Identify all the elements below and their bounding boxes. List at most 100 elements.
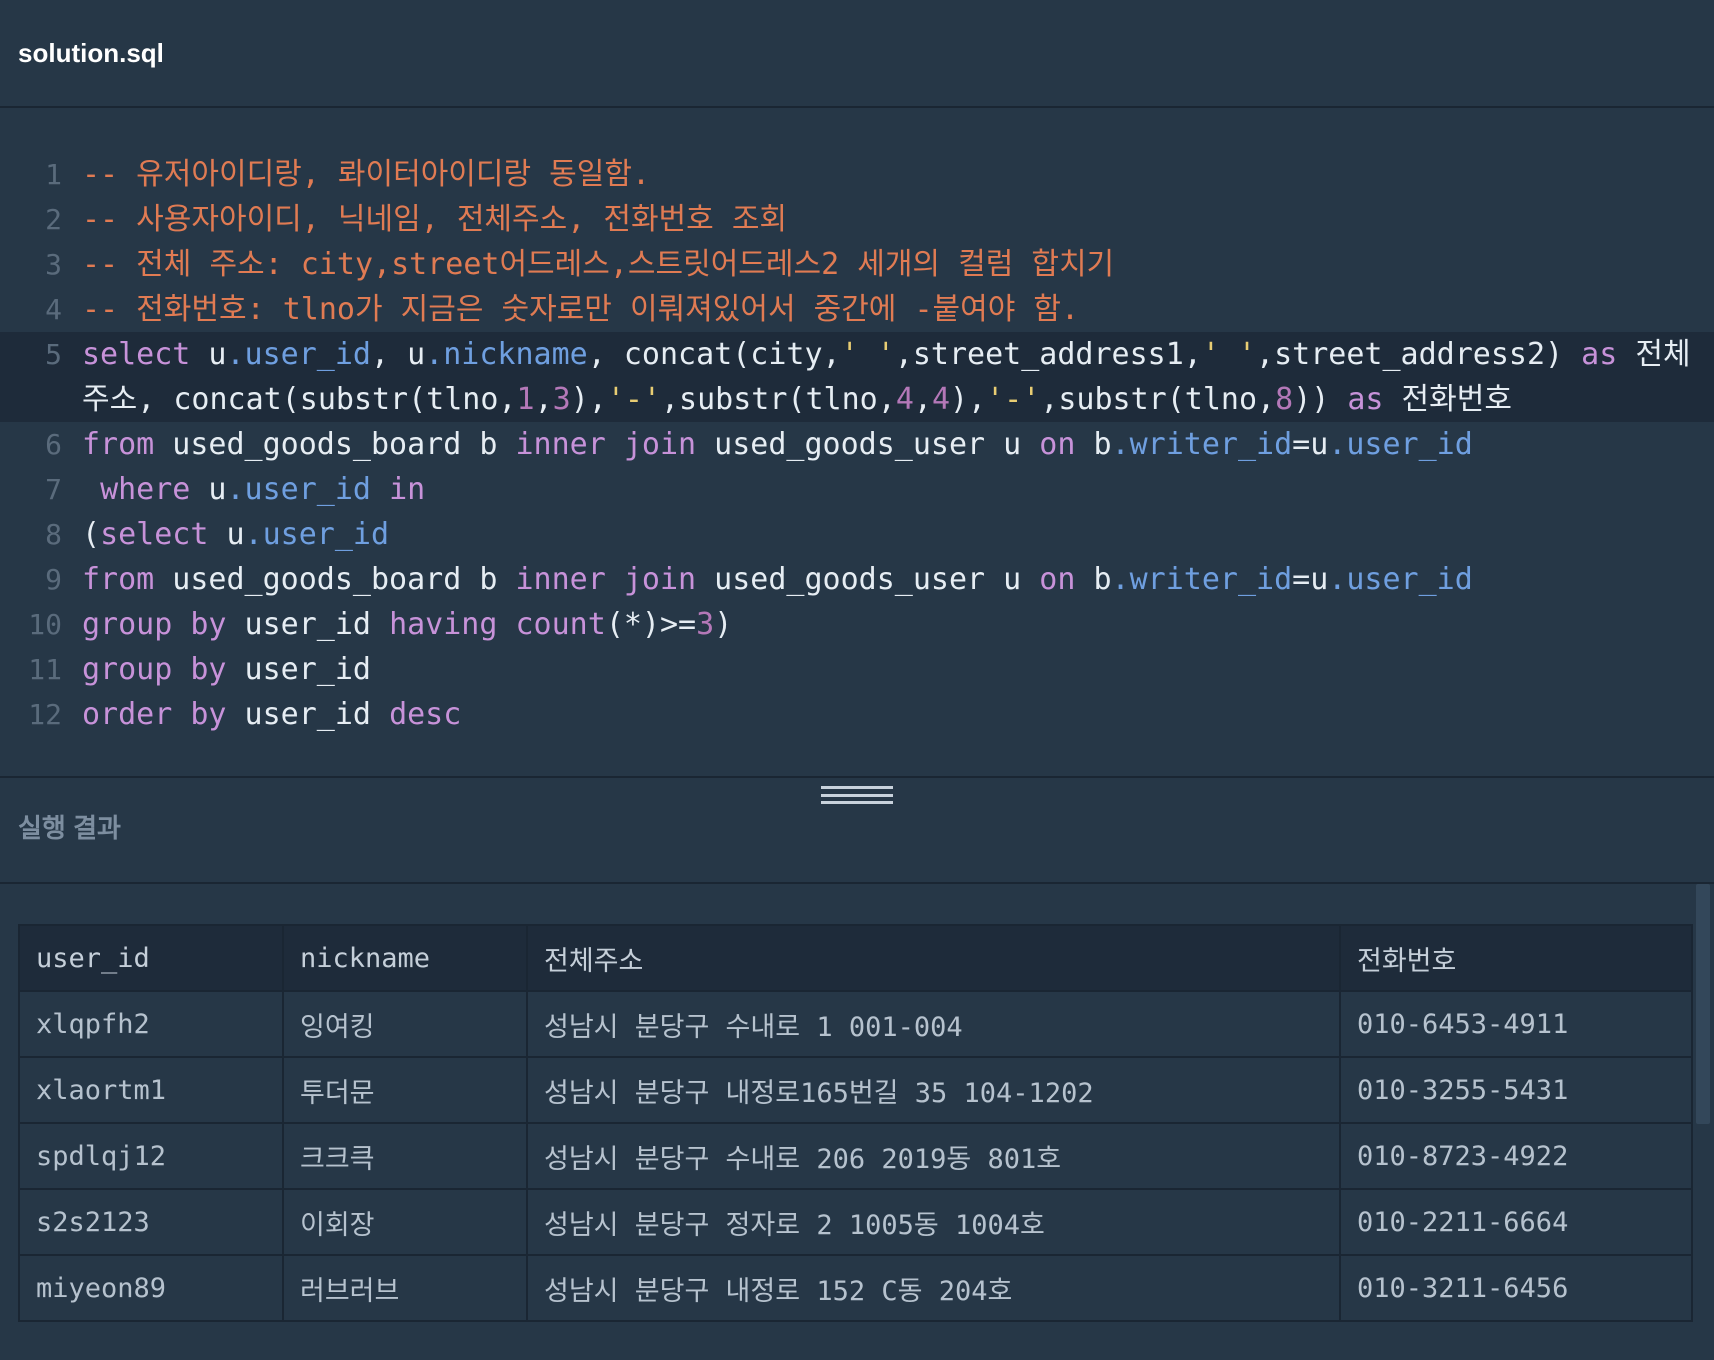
code-token: count xyxy=(515,607,606,642)
code-text[interactable]: (select u.user_id xyxy=(82,512,1714,557)
table-row: xlqpfh2 잉여킹 성남시 분당구 수내로 1 001-004 010-6453-… xyxy=(18,990,1693,1058)
code-text[interactable]: select u.user_id, u.nickname, concat(cit… xyxy=(82,332,1714,422)
code-token: b xyxy=(1075,562,1112,597)
table-cell: s2s2123 xyxy=(18,1188,284,1256)
code-token: b xyxy=(1075,427,1112,462)
code-text[interactable]: from used_goods_board b inner join used_… xyxy=(82,557,1714,602)
code-token: as xyxy=(1347,382,1384,417)
result-area: user_id nickname 전체주소 전화번호 xlqpfh2 잉여킹 성남시 분당… xyxy=(0,884,1714,1322)
table-cell: 러브러브 xyxy=(282,1254,528,1322)
code-lines[interactable]: 1 -- 유저아이디랑, 롸이터아이디랑 동일함. 2 -- 사용자아이디, 닉네임,… xyxy=(0,152,1714,737)
code-line[interactable]: 5 select u.user_id, u.nickname, concat(ci… xyxy=(0,332,1714,422)
table-cell: 010-8723-4922 xyxy=(1339,1122,1693,1190)
result-title: 실행 결과 xyxy=(18,812,121,843)
table-body: xlqpfh2 잉여킹 성남시 분당구 수내로 1 001-004 010-6453-… xyxy=(18,990,1693,1322)
code-text[interactable]: -- 전체 주소: city,street어드레스,스트릿어드레스2 세개의 컬… xyxy=(82,242,1714,287)
code-token: , xyxy=(913,382,932,417)
code-line[interactable]: 6 from used_goods_board b inner join used… xyxy=(0,422,1714,467)
editor-header: solution.sql xyxy=(0,0,1714,108)
code-token: .nickname xyxy=(425,337,588,372)
table-cell: 010-2211-6664 xyxy=(1339,1188,1693,1256)
table-cell: spdlqj12 xyxy=(18,1122,284,1190)
code-token: -- 전체 주소: city,street어드레스,스트릿어드레스2 세개의 컬… xyxy=(82,247,1115,282)
code-token: on xyxy=(1039,562,1076,597)
code-token: .user_id xyxy=(226,337,372,372)
file-title: solution.sql xyxy=(18,37,164,68)
code-token: select xyxy=(100,517,209,552)
code-token: u xyxy=(190,337,227,372)
code-token: where xyxy=(100,472,191,507)
code-token: used_goods_user u xyxy=(696,427,1040,462)
code-token: '-' xyxy=(606,382,661,417)
result-table: user_id nickname 전체주소 전화번호 xlqpfh2 잉여킹 성남시 분당… xyxy=(18,924,1693,1322)
code-line[interactable]: 10 group by user_id having count(*)>=3) xyxy=(0,602,1714,647)
code-line[interactable]: 8 (select u.user_id xyxy=(0,512,1714,557)
column-header: nickname xyxy=(282,924,528,992)
code-text[interactable]: -- 유저아이디랑, 롸이터아이디랑 동일함. xyxy=(82,152,1714,197)
table-cell: 크크큭 xyxy=(282,1122,528,1190)
column-header: user_id xyxy=(18,924,284,992)
line-number: 7 xyxy=(45,473,62,506)
code-token: used_goods_board b xyxy=(154,427,516,462)
code-text[interactable]: group by user_id xyxy=(82,647,1714,692)
code-token: having xyxy=(389,607,498,642)
table-cell: xlaortm1 xyxy=(18,1056,284,1124)
code-line[interactable]: 12 order by user_id desc xyxy=(0,692,1714,737)
line-number: 4 xyxy=(45,293,62,326)
code-text[interactable]: -- 전화번호: tlno가 지금은 숫자로만 이뤄져있어서 중간에 -붙여야 … xyxy=(82,287,1714,332)
code-token: ' ' xyxy=(1201,337,1257,372)
code-token: used_goods_board b xyxy=(154,562,516,597)
code-token: in xyxy=(389,472,426,507)
code-token: .user_id xyxy=(226,472,372,507)
code-line[interactable]: 1 -- 유저아이디랑, 롸이터아이디랑 동일함. xyxy=(0,152,1714,197)
line-number: 11 xyxy=(28,653,62,686)
code-line[interactable]: 11 group by user_id xyxy=(0,647,1714,692)
code-token: used_goods_user u xyxy=(696,562,1040,597)
line-number: 2 xyxy=(45,203,62,236)
line-number: 12 xyxy=(28,698,62,731)
code-line[interactable]: 3 -- 전체 주소: city,street어드레스,스트릿어드레스2 세개의 … xyxy=(0,242,1714,287)
code-text[interactable]: where u.user_id in xyxy=(82,467,1714,512)
code-token: ) xyxy=(714,607,733,642)
line-number: 3 xyxy=(45,248,62,281)
code-editor[interactable]: 1 -- 유저아이디랑, 롸이터아이디랑 동일함. 2 -- 사용자아이디, 닉네임,… xyxy=(0,108,1714,804)
code-line[interactable]: 4 -- 전화번호: tlno가 지금은 숫자로만 이뤄져있어서 중간에 -붙여야… xyxy=(0,287,1714,332)
code-text[interactable]: order by user_id desc xyxy=(82,692,1714,737)
table-row: s2s2123 이회장 성남시 분당구 정자로 2 1005동 1004호 010-2… xyxy=(18,1188,1693,1256)
table-cell: 이회장 xyxy=(282,1188,528,1256)
code-token: =u xyxy=(1292,562,1329,597)
code-token: , u xyxy=(371,337,426,372)
code-token: .writer_id xyxy=(1111,562,1293,597)
code-token: ), xyxy=(950,382,987,417)
code-token: inner join xyxy=(515,427,697,462)
code-token: 전화번호 xyxy=(1383,382,1512,417)
code-token: .user_id xyxy=(1328,562,1473,597)
code-token: =u xyxy=(1292,427,1329,462)
code-token: user_id xyxy=(226,697,390,732)
code-line[interactable]: 7 where u.user_id in xyxy=(0,467,1714,512)
code-token: select xyxy=(82,337,191,372)
code-text[interactable]: -- 사용자아이디, 닉네임, 전체주소, 전화번호 조회 xyxy=(82,197,1714,242)
line-number: 10 xyxy=(28,608,62,641)
code-text[interactable]: group by user_id having count(*)>=3) xyxy=(82,602,1714,647)
code-token: 1 xyxy=(516,382,535,417)
vertical-scrollbar[interactable] xyxy=(1696,884,1710,1124)
code-line[interactable]: 9 from used_goods_board b inner join used… xyxy=(0,557,1714,602)
code-token: user_id xyxy=(226,652,371,687)
table-cell: 성남시 분당구 수내로 1 001-004 xyxy=(526,990,1341,1058)
code-token: order by xyxy=(82,697,227,732)
code-token: '-' xyxy=(986,382,1041,417)
code-text[interactable]: from used_goods_board b inner join used_… xyxy=(82,422,1714,467)
table-cell: miyeon89 xyxy=(18,1254,284,1322)
code-token: ,substr(tlno, xyxy=(1040,382,1276,417)
code-token: 3 xyxy=(552,382,571,417)
code-token: user_id xyxy=(226,607,390,642)
line-number: 6 xyxy=(45,428,62,461)
code-token: 4 xyxy=(931,382,950,417)
code-token: ( xyxy=(82,517,101,552)
resize-handle[interactable] xyxy=(821,786,893,804)
table-cell: 성남시 분당구 내정로 152 C동 204호 xyxy=(526,1254,1341,1322)
code-line[interactable]: 2 -- 사용자아이디, 닉네임, 전체주소, 전화번호 조회 xyxy=(0,197,1714,242)
table-cell: 성남시 분당구 정자로 2 1005동 1004호 xyxy=(526,1188,1341,1256)
